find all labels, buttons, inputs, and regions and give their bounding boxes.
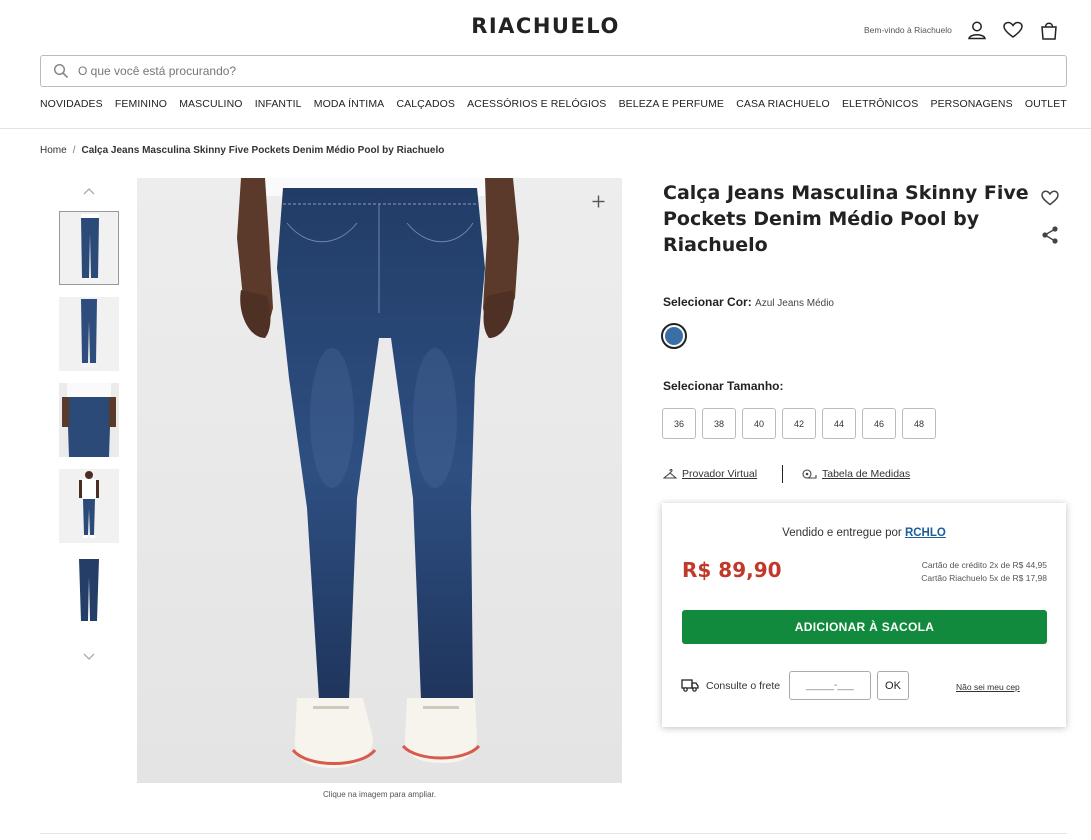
truck-icon bbox=[681, 679, 699, 692]
thumbnail-image bbox=[60, 212, 118, 284]
nav-item-infantil[interactable]: INFANTIL bbox=[255, 98, 302, 110]
size-option-40[interactable]: 40 bbox=[742, 408, 776, 439]
footer-divider bbox=[40, 833, 1067, 834]
welcome-text[interactable]: Bem-vindo à Riachuelo bbox=[864, 25, 952, 35]
nav-item-calcados[interactable]: CALÇADOS bbox=[396, 98, 455, 110]
product-title: Calça Jeans Masculina Skinny Five Pocket… bbox=[663, 182, 1029, 256]
sold-by: Vendido e entregue por RCHLO bbox=[662, 527, 1066, 539]
unknown-cep-link[interactable]: Não sei meu cep bbox=[956, 682, 1020, 692]
breadcrumb-separator: / bbox=[72, 145, 76, 156]
installments: Cartão de crédito 2x de R$ 44,95 Cartão … bbox=[921, 559, 1047, 585]
size-chart-link[interactable]: Tabela de Medidas bbox=[822, 468, 910, 480]
size-option-36[interactable]: 36 bbox=[662, 408, 696, 439]
search-icon bbox=[53, 63, 69, 79]
nav-item-feminino[interactable]: FEMININO bbox=[115, 98, 167, 110]
search-bar[interactable] bbox=[40, 55, 1067, 87]
nav-item-masculino[interactable]: MASCULINO bbox=[179, 98, 242, 110]
product-photo bbox=[137, 178, 622, 783]
seller-link[interactable]: RCHLO bbox=[905, 527, 946, 539]
size-option-42[interactable]: 42 bbox=[782, 408, 816, 439]
zoom-hint: Clique na imagem para ampliar. bbox=[323, 790, 436, 799]
header-divider bbox=[0, 128, 1091, 129]
thumbnail-image bbox=[59, 555, 119, 629]
chevron-down-icon[interactable] bbox=[82, 652, 96, 662]
nav-item-moda-intima[interactable]: MODA ÍNTIMA bbox=[314, 98, 385, 110]
buy-box: Vendido e entregue por RCHLO R$ 89,90 Ca… bbox=[662, 503, 1066, 727]
measuring-tape-icon bbox=[802, 469, 817, 479]
nav-item-personagens[interactable]: PERSONAGENS bbox=[930, 98, 1012, 110]
tools-divider bbox=[782, 465, 783, 483]
sold-by-text: Vendido e entregue por bbox=[782, 527, 902, 539]
breadcrumb-current: Calça Jeans Masculina Skinny Five Pocket… bbox=[81, 145, 445, 156]
color-value: Azul Jeans Médio bbox=[755, 298, 834, 309]
size-label: Selecionar Tamanho: bbox=[663, 379, 784, 393]
cep-input[interactable] bbox=[789, 671, 871, 700]
thumbnail-image bbox=[59, 297, 119, 371]
breadcrumb-home[interactable]: Home bbox=[40, 145, 67, 156]
thumbnail-image bbox=[59, 469, 119, 543]
nav-item-casa[interactable]: CASA RIACHUELO bbox=[736, 98, 830, 110]
thumbnail-5[interactable] bbox=[59, 555, 119, 629]
product-main-image[interactable] bbox=[137, 178, 622, 783]
chevron-up-icon[interactable] bbox=[82, 186, 96, 196]
thumbnail-3[interactable] bbox=[59, 383, 119, 457]
nav-item-novidades[interactable]: NOVIDADES bbox=[40, 98, 103, 110]
zoom-plus-icon[interactable] bbox=[591, 194, 606, 209]
thumbnail-1[interactable] bbox=[59, 211, 119, 285]
installment-credit: Cartão de crédito 2x de R$ 44,95 bbox=[921, 560, 1047, 570]
shipping-label: Consulte o frete bbox=[706, 680, 781, 692]
favorite-heart-icon[interactable] bbox=[1040, 188, 1060, 208]
wishlist-heart-icon[interactable] bbox=[1002, 19, 1024, 41]
nav-item-outlet[interactable]: OUTLET bbox=[1025, 98, 1067, 110]
share-icon[interactable] bbox=[1040, 225, 1060, 245]
color-selector-label: Selecionar Cor: Azul Jeans Médio bbox=[663, 295, 834, 309]
breadcrumb: Home / Calça Jeans Masculina Skinny Five P… bbox=[40, 145, 444, 156]
user-icon[interactable] bbox=[966, 19, 988, 41]
virtual-fitter-link[interactable]: Provador Virtual bbox=[682, 468, 757, 480]
color-swatch-azul[interactable] bbox=[661, 323, 687, 349]
installment-store-card: Cartão Riachuelo 5x de R$ 17,98 bbox=[921, 573, 1047, 583]
size-option-38[interactable]: 38 bbox=[702, 408, 736, 439]
nav-item-beleza[interactable]: BELEZA E PERFUME bbox=[619, 98, 724, 110]
cep-ok-button[interactable]: OK bbox=[877, 671, 909, 700]
main-nav: NOVIDADES FEMININO MASCULINO INFANTIL MO… bbox=[40, 98, 1067, 110]
thumbnail-image bbox=[59, 383, 119, 457]
size-tools: Provador Virtual Tabela de Medidas bbox=[663, 465, 963, 484]
color-label: Selecionar Cor: bbox=[663, 295, 752, 309]
nav-item-acessorios[interactable]: ACESSÓRIOS E RELÓGIOS bbox=[467, 98, 606, 110]
add-to-bag-button[interactable]: ADICIONAR À SACOLA bbox=[682, 610, 1047, 644]
thumbnail-4[interactable] bbox=[59, 469, 119, 543]
nav-item-eletronicos[interactable]: ELETRÔNICOS bbox=[842, 98, 918, 110]
size-option-44[interactable]: 44 bbox=[822, 408, 856, 439]
shopping-bag-icon[interactable] bbox=[1038, 19, 1060, 41]
thumbnail-2[interactable] bbox=[59, 297, 119, 371]
size-options: 36 38 40 42 44 46 48 bbox=[662, 408, 936, 439]
size-option-46[interactable]: 46 bbox=[862, 408, 896, 439]
color-swatch-fill bbox=[665, 327, 683, 345]
product-price: R$ 89,90 bbox=[682, 558, 782, 582]
search-input[interactable] bbox=[78, 62, 978, 80]
hanger-icon bbox=[663, 468, 677, 479]
size-option-48[interactable]: 48 bbox=[902, 408, 936, 439]
